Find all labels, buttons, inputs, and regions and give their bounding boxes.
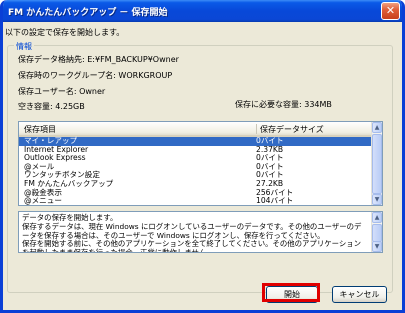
list-scrollbar[interactable]: ▲ ▼ xyxy=(371,122,382,205)
list-item[interactable]: Outlook Express 0バイト xyxy=(19,154,371,163)
title-bar[interactable]: FM かんたんバックアップ － 保存開始 ✕ xyxy=(3,0,402,22)
desc-scroll-down-button[interactable]: ▼ xyxy=(372,241,382,252)
dest-label: 保存データ格納先: E:¥FM_BACKUP¥Owner xyxy=(18,55,179,64)
highlight-frame xyxy=(262,283,320,302)
arrow-up-icon: ▲ xyxy=(374,124,380,131)
arrow-down-icon: ▼ xyxy=(374,196,380,203)
required-space-label: 保存に必要な容量: 334MB xyxy=(235,100,332,109)
scroll-up-button[interactable]: ▲ xyxy=(372,122,382,133)
list-header: 保存項目 保存データサイズ xyxy=(19,122,371,137)
window-title: FM かんたんバックアップ － 保存開始 xyxy=(8,8,168,18)
cancel-button[interactable]: キャンセル xyxy=(332,286,387,303)
list-item[interactable]: @殺金表示 256バイト xyxy=(19,188,371,198)
list-rows: マイ・レアップ 0バイト Internet Explorer 2.37KB Outloo… xyxy=(19,136,371,206)
column-header-item[interactable]: 保存項目 xyxy=(24,124,56,135)
description-box[interactable]: データの保存を開始します。 保存するデータは、現在 Windows にログオンし… xyxy=(18,211,383,253)
close-icon: ✕ xyxy=(385,4,396,17)
arrow-up-icon: ▲ xyxy=(374,214,380,221)
description-text: データの保存を開始します。 保存するデータは、現在 Windows にログオンし… xyxy=(22,213,362,253)
user-label: 保存ユーザー名: Owner xyxy=(18,87,106,96)
close-button[interactable]: ✕ xyxy=(381,2,400,20)
info-legend: 情報 xyxy=(14,41,34,52)
description-scrollbar[interactable]: ▲ ▼ xyxy=(371,212,382,252)
list-item[interactable]: @メニュー 104バイト xyxy=(19,196,371,206)
item-size: 104バイト xyxy=(256,196,294,206)
column-header-size[interactable]: 保存データサイズ xyxy=(260,124,324,135)
scroll-thumb[interactable] xyxy=(372,134,382,194)
arrow-down-icon: ▼ xyxy=(374,243,380,250)
desc-scroll-thumb[interactable] xyxy=(372,224,382,242)
backup-items-list[interactable]: 保存項目 保存データサイズ マイ・レアップ 0バイト Internet Explor… xyxy=(18,121,383,206)
desc-scroll-up-button[interactable]: ▲ xyxy=(372,212,382,223)
item-name: @メニュー xyxy=(24,196,62,206)
scroll-down-button[interactable]: ▼ xyxy=(372,194,382,205)
free-space-label: 空き容量: 4.25GB xyxy=(18,102,85,111)
workgroup-label: 保存時のワークグループ名: WORKGROUP xyxy=(18,71,173,80)
intro-text: 以下の設定で保存を開始します。 xyxy=(5,28,125,37)
column-separator[interactable] xyxy=(256,124,257,134)
list-item[interactable]: FM かんたんバックアップ 27.2KB xyxy=(19,179,371,189)
